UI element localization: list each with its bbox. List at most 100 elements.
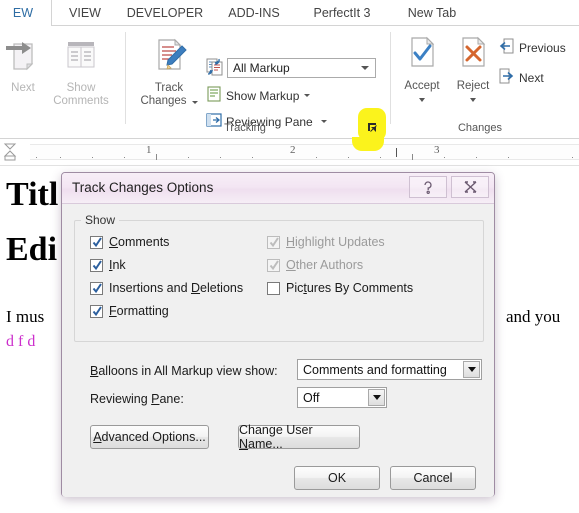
checkbox-comments-box[interactable] xyxy=(90,235,103,249)
advanced-options-label: Advanced Options... xyxy=(93,430,206,444)
checkbox-other-authors: Other Authors xyxy=(267,258,363,272)
document-body-right: and you xyxy=(506,307,561,326)
dialog-title: Track Changes Options xyxy=(72,180,214,195)
tab-review[interactable]: EW xyxy=(0,0,46,26)
dialog-titlebar[interactable]: Track Changes Options xyxy=(62,173,494,204)
check-icon xyxy=(92,259,102,270)
checkbox-formatting[interactable]: Formatting xyxy=(90,304,169,318)
ribbon-body: Next Show Comments Track Changes All Mar… xyxy=(0,26,579,141)
checkbox-highlight-updates-label: Highlight Updates xyxy=(286,235,385,249)
checkbox-insertions-and-deletions-label: Insertions and Deletions xyxy=(109,281,244,295)
check-icon xyxy=(269,236,279,247)
display-for-review-icon xyxy=(206,58,224,76)
show-comments-button[interactable]: Show Comments xyxy=(50,34,112,108)
ok-button[interactable]: OK xyxy=(294,466,380,490)
show-comments-icon xyxy=(50,34,112,80)
accept-change-icon xyxy=(397,34,447,78)
check-icon xyxy=(92,236,102,247)
change-user-name-button[interactable]: Change User Name... xyxy=(238,423,360,451)
show-markup-dropdown-caret[interactable] xyxy=(304,94,311,97)
document-heading-title: Titl xyxy=(6,176,59,213)
checkbox-insertions-and-deletions[interactable]: Insertions and Deletions xyxy=(90,281,243,295)
tab-new-tab[interactable]: New Tab xyxy=(392,0,472,26)
balloons-select-value: Comments and formatting xyxy=(303,362,447,377)
accept-button[interactable]: Accept xyxy=(397,34,447,106)
previous-change-button[interactable]: Previous xyxy=(498,38,566,57)
tracking-group-label: Tracking xyxy=(224,122,266,134)
help-button[interactable] xyxy=(409,176,447,198)
track-changes-icon xyxy=(138,34,200,80)
accept-label: Accept xyxy=(404,80,440,92)
checkbox-comments[interactable]: Comments xyxy=(90,235,169,249)
reject-change-icon xyxy=(448,34,498,78)
track-changes-label-line1: Track xyxy=(154,82,184,94)
display-for-review-combo[interactable]: All Markup xyxy=(227,58,376,78)
ruler-tab-stop[interactable] xyxy=(396,148,397,157)
tab-view-label: VIEW xyxy=(69,6,101,20)
checkbox-formatting-box[interactable] xyxy=(90,304,103,318)
tab-add-ins[interactable]: ADD-INS xyxy=(215,0,293,26)
tab-perfectit3[interactable]: PerfectIt 3 xyxy=(296,0,388,26)
document-body-left: I mus xyxy=(6,307,45,326)
show-markup-button[interactable]: Show Markup xyxy=(206,86,311,105)
tab-view[interactable]: VIEW xyxy=(55,0,115,26)
checkbox-insertions-and-deletions-box[interactable] xyxy=(90,281,103,295)
show-markup-icon xyxy=(206,86,222,105)
next-comment-button[interactable]: Next xyxy=(0,34,54,95)
tab-perfectit3-label: PerfectIt 3 xyxy=(313,6,371,20)
reviewing-pane-select[interactable]: Off xyxy=(297,387,387,408)
checkbox-pictures-by-comments-label: Pictures By Comments xyxy=(286,281,414,295)
reject-dropdown-caret[interactable] xyxy=(470,98,476,102)
next-comment-icon xyxy=(0,34,54,80)
previous-change-icon xyxy=(498,38,515,57)
checkbox-pictures-by-comments-box[interactable] xyxy=(267,281,280,295)
checkbox-comments-label: Comments xyxy=(109,235,170,249)
reject-label: Reject xyxy=(456,80,490,92)
document-body-partial: d f d xyxy=(6,333,35,351)
document-scrollbar[interactable] xyxy=(575,166,579,513)
ruler-strip xyxy=(30,144,579,160)
tracking-dialog-launcher[interactable] xyxy=(366,121,379,134)
track-changes-button[interactable]: Track Changes xyxy=(138,34,200,108)
word-window: EW VIEW DEVELOPER ADD-INS PerfectIt 3 Ne… xyxy=(0,0,579,513)
check-icon xyxy=(92,305,102,316)
tab-developer[interactable]: DEVELOPER xyxy=(115,0,215,26)
cancel-label: Cancel xyxy=(413,471,453,485)
reject-button[interactable]: Reject xyxy=(448,34,498,106)
checkbox-other-authors-box xyxy=(267,258,280,272)
tab-add-ins-label: ADD-INS xyxy=(228,6,280,20)
display-for-review-caret[interactable] xyxy=(361,66,369,70)
ribbon-tab-strip: EW VIEW DEVELOPER ADD-INS PerfectIt 3 Ne… xyxy=(0,0,579,26)
next-comment-label: Next xyxy=(11,82,35,94)
reviewing-pane-dropdown-caret[interactable] xyxy=(320,120,327,123)
change-user-name-label: Change User Name... xyxy=(239,423,313,451)
track-changes-options-dialog: Track Changes Options Show Comments Ink … xyxy=(61,172,495,497)
ruler-highlight-spill xyxy=(352,137,384,151)
checkbox-ink-box[interactable] xyxy=(90,258,103,272)
checkbox-pictures-by-comments[interactable]: Pictures By Comments xyxy=(267,281,413,295)
document-tracked-text: d f d xyxy=(6,333,36,350)
advanced-options-button[interactable]: Advanced Options... xyxy=(90,425,209,449)
close-button[interactable] xyxy=(451,176,489,198)
track-changes-dropdown-caret[interactable] xyxy=(191,101,198,104)
ruler-number-3: 3 xyxy=(434,144,440,156)
balloons-select[interactable]: Comments and formatting xyxy=(297,359,482,380)
cancel-button[interactable]: Cancel xyxy=(390,466,476,490)
next-change-button[interactable]: Next xyxy=(498,68,544,87)
accept-dropdown-caret[interactable] xyxy=(419,98,425,102)
ok-label: OK xyxy=(327,471,347,485)
checkbox-ink-label: Ink xyxy=(109,258,126,272)
previous-change-label: Previous xyxy=(519,40,566,55)
reviewing-pane-select-caret[interactable] xyxy=(368,389,385,406)
show-markup-label: Show Markup xyxy=(226,88,300,103)
show-comments-label-line2: Comments xyxy=(53,95,109,107)
group-separator-comments xyxy=(125,32,126,124)
balloons-select-caret[interactable] xyxy=(463,361,480,378)
reviewing-pane-label: Reviewing Pane: xyxy=(90,392,184,406)
group-separator-tracking xyxy=(390,32,391,124)
horizontal-ruler[interactable]: 1 2 3 xyxy=(0,137,579,166)
ruler-indent-marker[interactable] xyxy=(2,143,18,161)
checkbox-ink[interactable]: Ink xyxy=(90,258,126,272)
help-icon xyxy=(424,180,432,194)
ruler-number-2: 2 xyxy=(290,144,296,156)
